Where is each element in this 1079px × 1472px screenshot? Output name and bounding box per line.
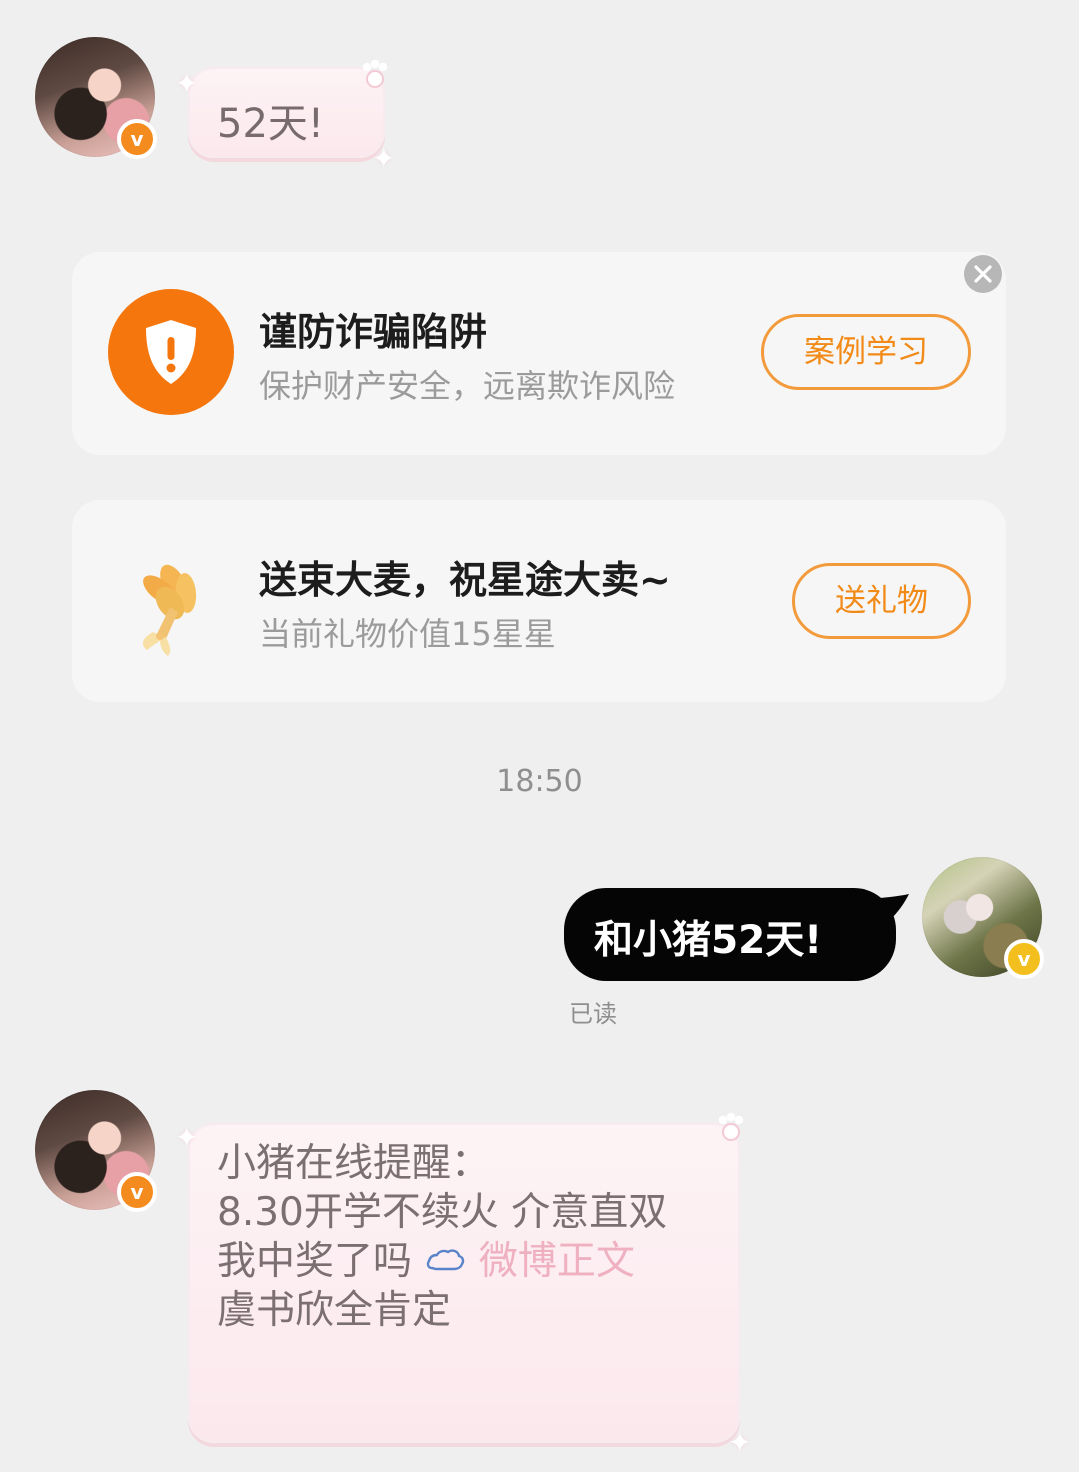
- reminder-line-1: 小猪在线提醒：: [217, 1141, 491, 1186]
- sender-avatar-top[interactable]: v: [35, 37, 157, 159]
- weibo-icon: [424, 1241, 466, 1275]
- reminder-line-4: 虞书欣全肯定: [217, 1288, 452, 1333]
- sparkle-icon: ✦: [728, 1426, 752, 1459]
- close-icon: [974, 265, 992, 283]
- reminder-line-2: 8.30开学不续火 介意直双: [217, 1190, 668, 1235]
- incoming-message-bubble[interactable]: 52天!: [188, 67, 385, 158]
- chat-timestamp: 18:50: [496, 764, 583, 799]
- shield-circle: [108, 289, 234, 415]
- verified-badge-icon: v: [117, 119, 157, 159]
- sparkle-icon: ✦: [175, 1121, 199, 1154]
- paw-icon: [362, 59, 388, 88]
- case-study-button[interactable]: 案例学习: [761, 314, 971, 390]
- send-gift-button[interactable]: 送礼物: [792, 563, 971, 639]
- wheat-bouquet-icon: [142, 564, 197, 656]
- read-status: 已读: [569, 1000, 617, 1028]
- my-avatar[interactable]: v: [922, 857, 1044, 979]
- weibo-post-link[interactable]: 微博正文: [479, 1239, 635, 1284]
- reminder-text-block: 小猪在线提醒： 8.30开学不续火 介意直双 我中奖了吗 微博正文 虞书欣全肯定: [217, 1139, 667, 1335]
- verified-badge-icon: v: [117, 1172, 157, 1212]
- outgoing-message-text: 和小猪52天!: [594, 918, 823, 963]
- reminder-line-3-prefix: 我中奖了吗: [217, 1239, 413, 1284]
- message-text: 52天!: [217, 101, 324, 147]
- reminder-line-3: 我中奖了吗 微博正文: [217, 1237, 667, 1286]
- sparkle-icon: ✦: [175, 67, 199, 100]
- bubble-tail: [880, 894, 909, 920]
- outgoing-message-bubble[interactable]: 和小猪52天!: [564, 888, 896, 981]
- gift-title: 送束大麦，祝星途大卖~: [259, 558, 671, 602]
- sender-avatar-bottom[interactable]: v: [35, 1090, 157, 1212]
- gift-card[interactable]: 送束大麦，祝星途大卖~ 当前礼物价值15星星 送礼物: [72, 500, 1006, 702]
- sparkle-icon: ✦: [372, 142, 396, 175]
- gift-subtitle: 当前礼物价值15星星: [259, 615, 556, 653]
- reminder-message-bubble[interactable]: 小猪在线提醒： 8.30开学不续火 介意直双 我中奖了吗 微博正文 虞书欣全肯定: [188, 1123, 740, 1443]
- anti-fraud-subtitle: 保护财产安全，远离欺诈风险: [259, 367, 676, 405]
- anti-fraud-title: 谨防诈骗陷阱: [259, 310, 488, 354]
- paw-icon: [718, 1112, 744, 1141]
- verified-badge-icon: v: [1004, 939, 1044, 979]
- shield-icon: [146, 320, 196, 384]
- close-button[interactable]: [964, 255, 1002, 293]
- anti-fraud-card[interactable]: 谨防诈骗陷阱 保护财产安全，远离欺诈风险 案例学习: [72, 252, 1006, 455]
